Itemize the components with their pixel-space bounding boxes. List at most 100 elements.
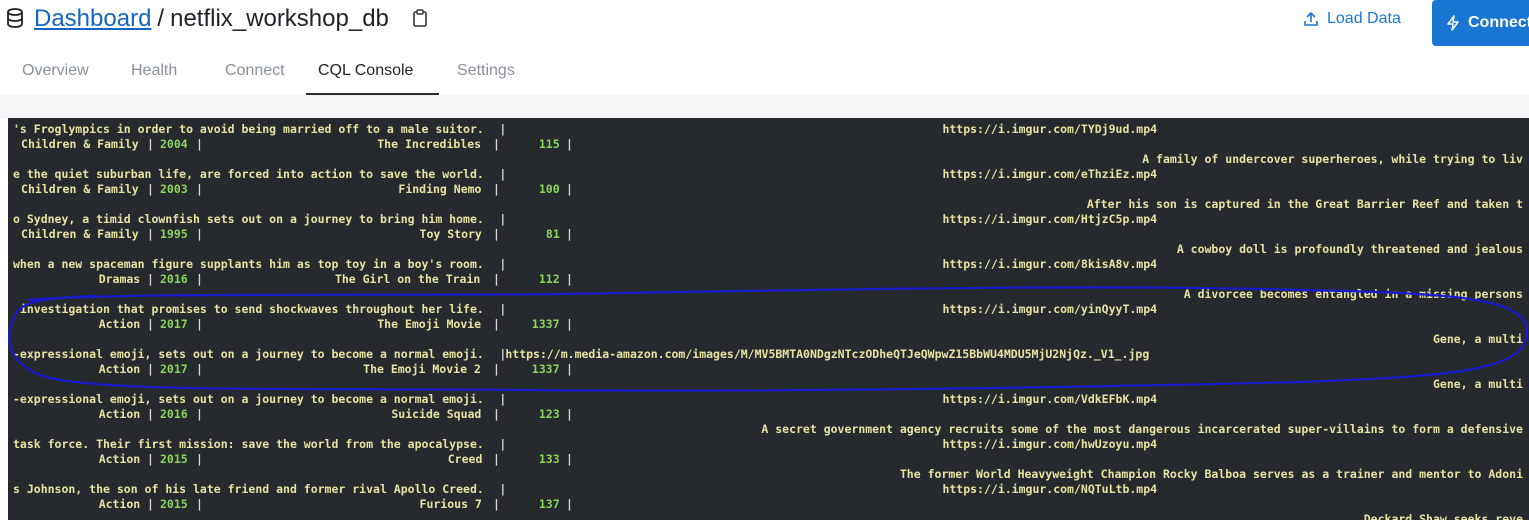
url-cell: https://i.imgur.com/NQTuLtb.mp4 [942, 482, 1158, 496]
column-separator: | [566, 497, 573, 511]
duration-cell: 81 [545, 227, 560, 241]
column-separator: | [499, 392, 507, 406]
duration-cell: 133 [538, 452, 560, 466]
column-separator: | [493, 272, 500, 286]
console-row-description-end: s Johnson, the son of his late friend an… [13, 482, 1523, 497]
description-text: Deckard Shaw seeks reve [1363, 512, 1523, 520]
tab-cql-console[interactable]: CQL Console [306, 48, 439, 95]
title-cell: Furious 7 [419, 497, 482, 511]
tab-overview[interactable]: Overview [22, 48, 131, 93]
column-separator: | [147, 137, 154, 151]
console-row-description-end: e the quiet suburban life, are forced in… [13, 167, 1523, 182]
genre-cell: Children & Family [14, 182, 139, 196]
tab-label: CQL Console [318, 61, 414, 79]
year-cell: 2017 [160, 362, 188, 376]
title-cell: The Girl on the Train [334, 272, 481, 286]
description-text: -expressional emoji, sets out on a journ… [13, 392, 484, 406]
column-separator: | [566, 317, 573, 331]
year-cell: 2015 [160, 497, 188, 511]
year-cell: 2004 [160, 137, 188, 151]
upload-icon [1304, 11, 1318, 26]
column-separator: | [499, 482, 507, 496]
duration-cell: 1337 [531, 362, 560, 376]
title-cell: The Emoji Movie [377, 317, 482, 331]
cql-console-output[interactable]: 's Froglympics in order to avoid being m… [8, 118, 1529, 520]
genre-cell: Action [98, 407, 141, 421]
column-separator: | [196, 227, 203, 241]
console-row-fields: Children & Family | 2003 | Finding Nemo | 100 | [13, 182, 1523, 197]
console-row-description-start: Gene, a multi [13, 332, 1523, 347]
console-row-description-start: A divorcee becomes entangled in a missin… [13, 287, 1523, 302]
column-separator: | [196, 137, 203, 151]
column-separator: | [196, 497, 203, 511]
column-separator: | [499, 302, 507, 316]
console-row-description-start: A cowboy doll is profoundly threatened a… [13, 242, 1523, 257]
column-separator: | [493, 227, 500, 241]
console-row-description-start: A secret government agency recruits some… [13, 422, 1523, 437]
column-separator: | [566, 137, 573, 151]
description-text: s Johnson, the son of his late friend an… [13, 482, 484, 496]
column-separator: | [196, 362, 203, 376]
duration-cell: 115 [538, 137, 560, 151]
title-cell: Suicide Squad [391, 407, 482, 421]
column-separator: | [566, 452, 573, 466]
console-row-description-start: Gene, a multi [13, 377, 1523, 392]
console-row-description-start: A family of undercover superheroes, whil… [13, 152, 1523, 167]
genre-cell: Action [98, 497, 141, 511]
console-row-description-end: -expressional emoji, sets out on a journ… [13, 392, 1523, 407]
console-row-fields: Action | 2015 | Furious 7 | 137 | [13, 497, 1523, 512]
description-text: A family of undercover superheroes, whil… [1142, 152, 1523, 166]
duration-cell: 137 [538, 497, 560, 511]
title-cell: Creed [447, 452, 483, 466]
url-cell: https://i.imgur.com/hwUzoyu.mp4 [942, 437, 1158, 451]
console-row-description-end: investigation that promises to send shoc… [13, 302, 1523, 317]
column-separator: | [493, 182, 500, 196]
title-cell: The Incredibles [377, 137, 482, 151]
column-separator: | [196, 317, 203, 331]
column-separator: | [493, 362, 500, 376]
breadcrumb-dashboard-link[interactable]: Dashboard [34, 5, 151, 32]
column-separator: | [147, 182, 154, 196]
breadcrumb: Dashboard / netflix_workshop_db [34, 3, 389, 35]
year-cell: 2016 [160, 272, 188, 286]
tab-connect[interactable]: Connect [225, 48, 306, 93]
console-row-fields: Action | 2017 | The Emoji Movie | 1337 | [13, 317, 1523, 332]
column-separator: | [196, 272, 203, 286]
genre-cell: Action [98, 362, 141, 376]
console-row-fields: Action | 2015 | Creed | 133 | [13, 452, 1523, 467]
year-cell: 2015 [160, 452, 188, 466]
column-separator: | [499, 437, 507, 451]
url-cell: https://i.imgur.com/VdkEFbK.mp4 [942, 392, 1158, 406]
column-separator: | [493, 317, 500, 331]
database-icon [7, 8, 23, 28]
column-separator: | [196, 452, 203, 466]
url-cell: https://i.imgur.com/eThziEz.mp4 [942, 167, 1158, 181]
console-row-description-start: After his son is captured in the Great B… [13, 197, 1523, 212]
description-text: The former World Heavyweight Champion Ro… [899, 467, 1523, 481]
load-data-button[interactable]: Load Data [1303, 4, 1401, 34]
genre-cell: Children & Family [14, 137, 139, 151]
column-separator: | [147, 272, 154, 286]
connect-button[interactable]: Connect [1432, 0, 1529, 46]
tab-bar: Overview Health Connect CQL Console Sett… [0, 48, 537, 95]
column-separator: | [147, 452, 154, 466]
year-cell: 2017 [160, 317, 188, 331]
column-separator: | [566, 272, 573, 286]
url-cell: https://i.imgur.com/8kisA8v.mp4 [942, 257, 1158, 271]
tab-health[interactable]: Health [131, 48, 225, 93]
tab-settings[interactable]: Settings [457, 48, 537, 93]
description-text: A secret government agency recruits some… [761, 422, 1523, 436]
url-cell: https://i.imgur.com/HtjzC5p.mp4 [942, 212, 1158, 226]
column-separator: | [147, 227, 154, 241]
genre-cell: Action [98, 317, 141, 331]
console-row-fields: Action | 2017 | The Emoji Movie 2 | 1337 | [13, 362, 1523, 377]
console-row-description-end: o Sydney, a timid clownfish sets out on … [13, 212, 1523, 227]
console-row-fields: Children & Family | 2004 | The Incredibles | 1… [13, 137, 1523, 152]
tab-label: Settings [457, 61, 515, 79]
url-cell: https://i.imgur.com/yinQyyT.mp4 [942, 302, 1158, 316]
column-separator: | [566, 227, 573, 241]
description-text: 's Froglympics in order to avoid being m… [13, 122, 484, 136]
title-cell: The Emoji Movie 2 [363, 362, 481, 376]
clipboard-icon[interactable] [412, 9, 428, 27]
genre-cell: Action [98, 452, 141, 466]
